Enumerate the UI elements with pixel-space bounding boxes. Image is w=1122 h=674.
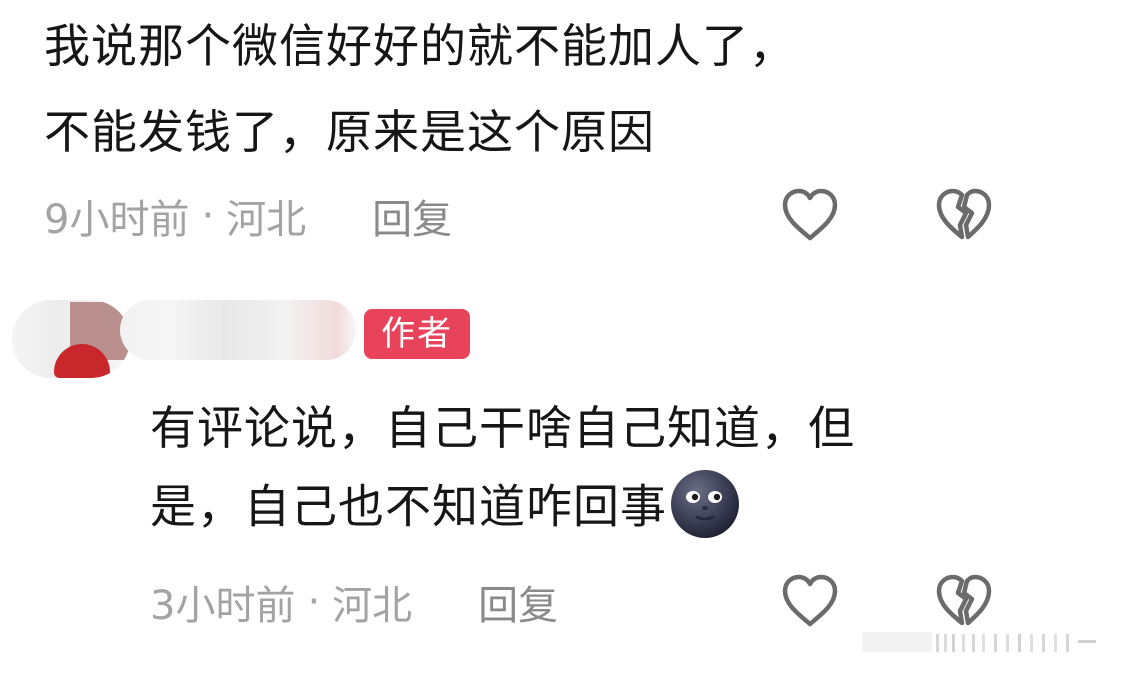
avatar[interactable] [12, 300, 130, 378]
author-badge: 作者 [364, 309, 470, 359]
broken-heart-icon[interactable] [932, 185, 996, 245]
meta-separator: · [201, 193, 215, 239]
reply-timestamp: 3小时前 [150, 583, 296, 629]
new-moon-face-icon [669, 468, 741, 540]
reply-button[interactable]: 回复 [478, 573, 558, 631]
reply-button[interactable]: 回复 [372, 187, 452, 245]
comment-location: 河北 [226, 197, 307, 243]
comment-text-line-2: 不能发钱了，原来是这个原因 [44, 105, 655, 159]
comment-timestamp: 9小时前 [44, 197, 190, 243]
reply-text-line-2: 是，自己也不知道咋回事 [150, 470, 741, 546]
watermark [862, 626, 1102, 656]
reply-text-line-1: 有评论说，自己干啥自己知道，但 [150, 401, 855, 455]
heart-outline-icon[interactable] [778, 571, 842, 631]
comment-meta: 9小时前 · 河北 回复 [44, 188, 452, 244]
author-name-redacted[interactable] [120, 300, 356, 360]
meta-separator: · [307, 579, 321, 625]
heart-outline-icon[interactable] [778, 185, 842, 245]
reply-meta: 3小时前 · 河北 回复 [150, 574, 558, 630]
reply-text-line-2-content: 是，自己也不知道咋回事 [150, 479, 667, 534]
broken-heart-icon[interactable] [932, 571, 996, 631]
comment-text-line-1: 我说那个微信好好的就不能加人了， [44, 19, 796, 73]
reply-location: 河北 [332, 583, 413, 629]
